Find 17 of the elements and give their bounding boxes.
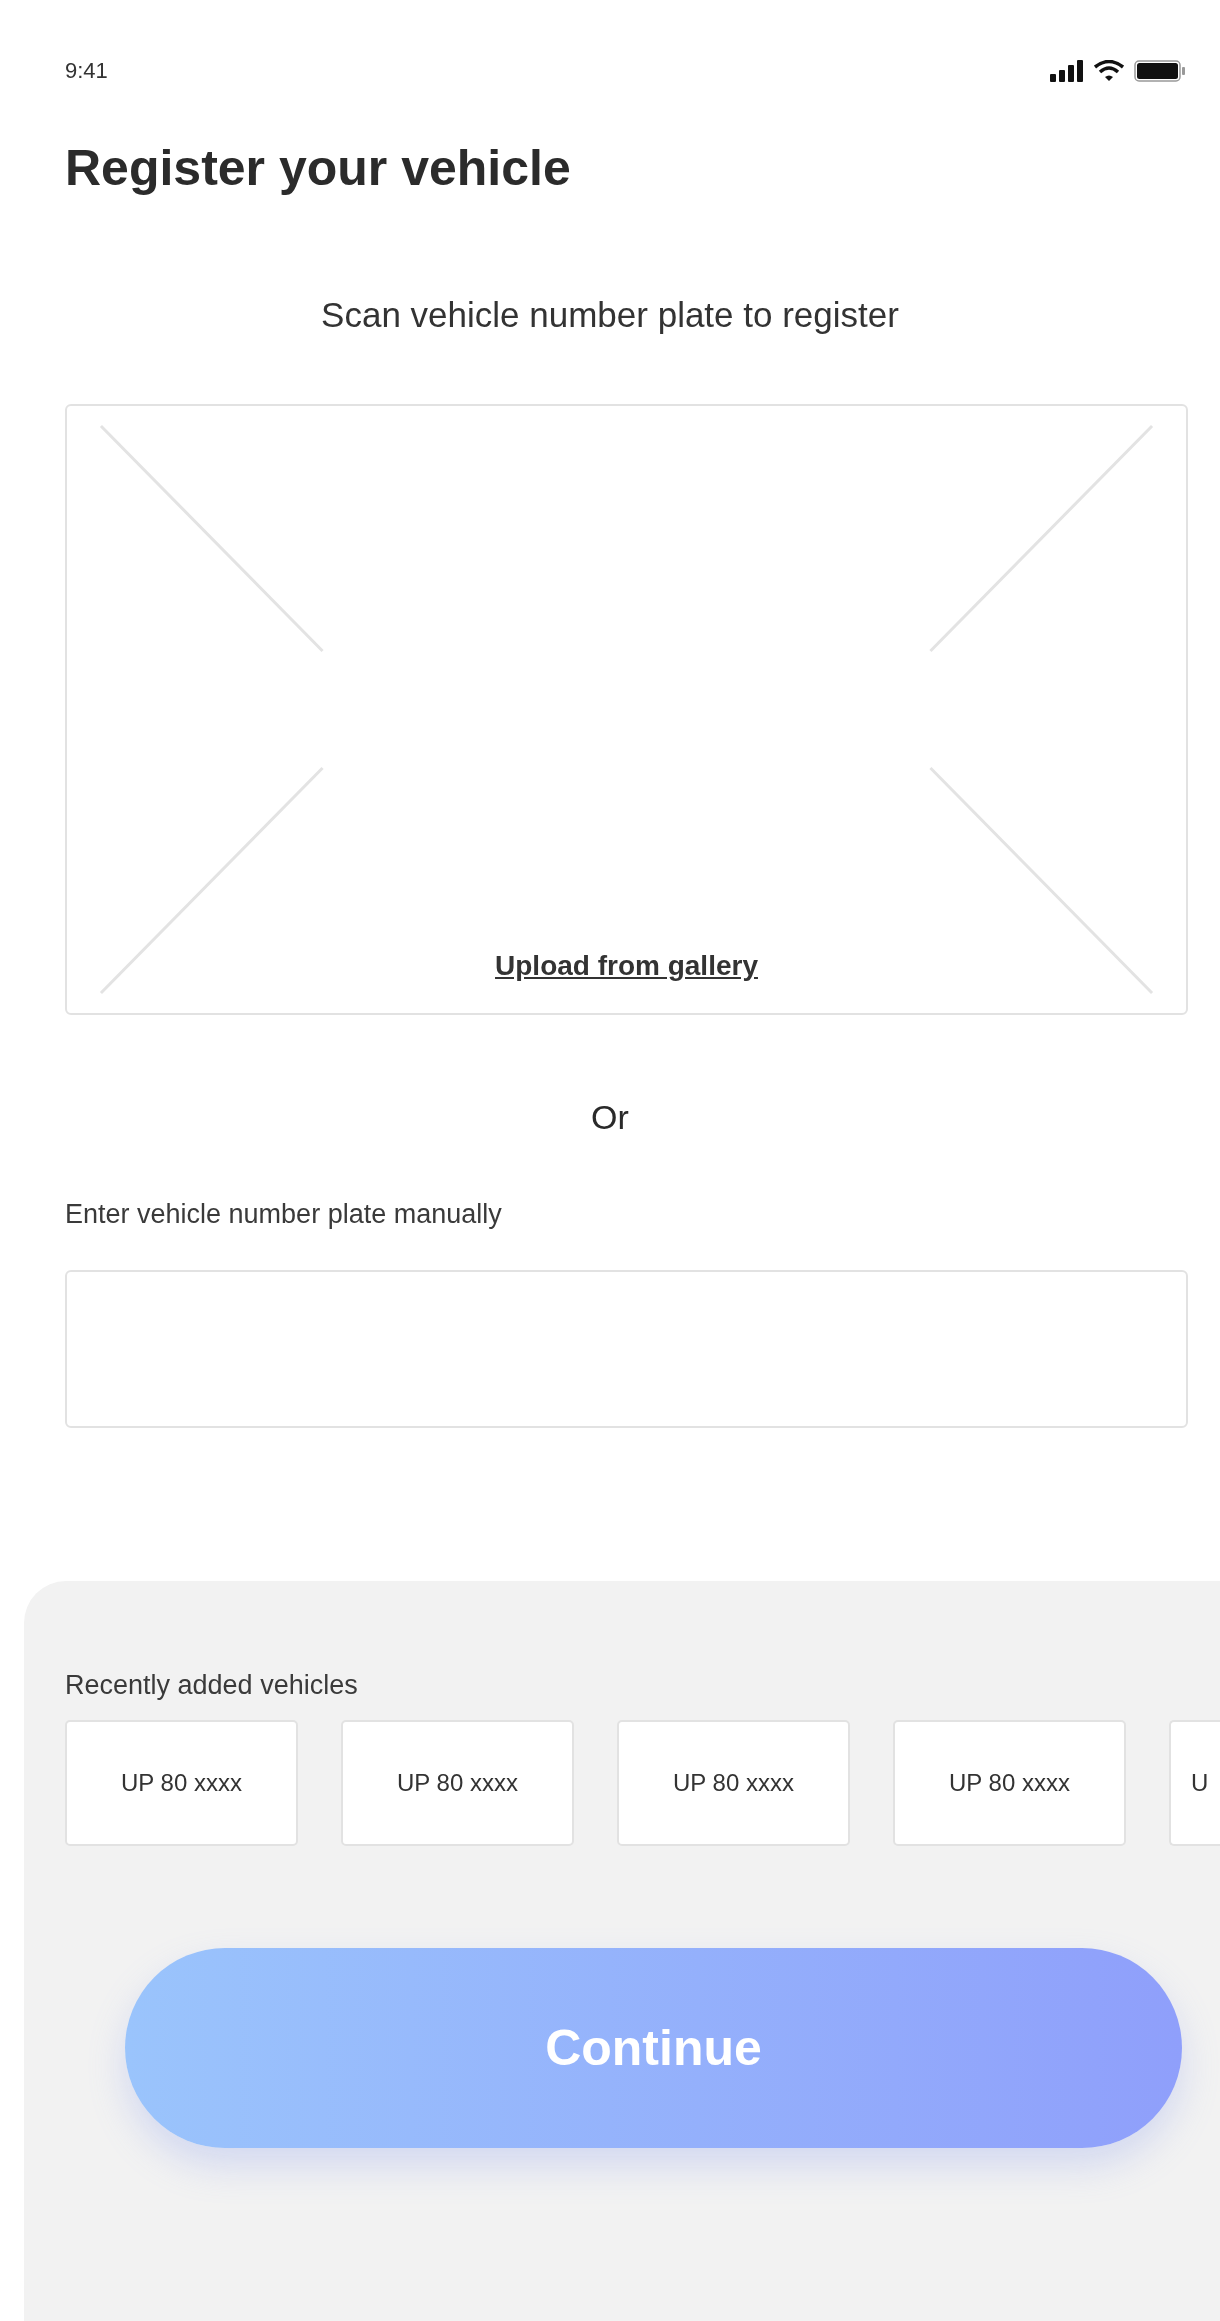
upload-from-gallery-link[interactable]: Upload from gallery xyxy=(495,949,758,983)
scan-prompt: Scan vehicle number plate to register xyxy=(321,294,899,336)
status-time: 9:41 xyxy=(65,58,108,84)
plate-input-field[interactable] xyxy=(65,1270,1188,1429)
vehicle-chip[interactable]: UP 80 xxxx xyxy=(617,1719,850,1846)
vehicle-chip[interactable]: UP 80 xxxx xyxy=(893,1719,1126,1846)
vehicle-chip[interactable]: UP 80 xxxx xyxy=(65,1719,298,1846)
vehicle-chip[interactable]: U xyxy=(1169,1719,1220,1846)
vehicle-chip[interactable]: UP 80 xxxx xyxy=(341,1719,574,1846)
recent-vehicles-heading: Recently added vehicles xyxy=(65,1669,358,1702)
wifi-icon xyxy=(1094,60,1124,82)
scan-area[interactable]: Upload from gallery xyxy=(65,404,1188,1015)
manual-entry-label: Enter vehicle number plate manually xyxy=(65,1197,502,1231)
page-title: Register your vehicle xyxy=(65,139,571,198)
or-divider-text: Or xyxy=(591,1097,629,1138)
battery-icon xyxy=(1134,60,1186,82)
signal-icon xyxy=(1050,60,1084,82)
